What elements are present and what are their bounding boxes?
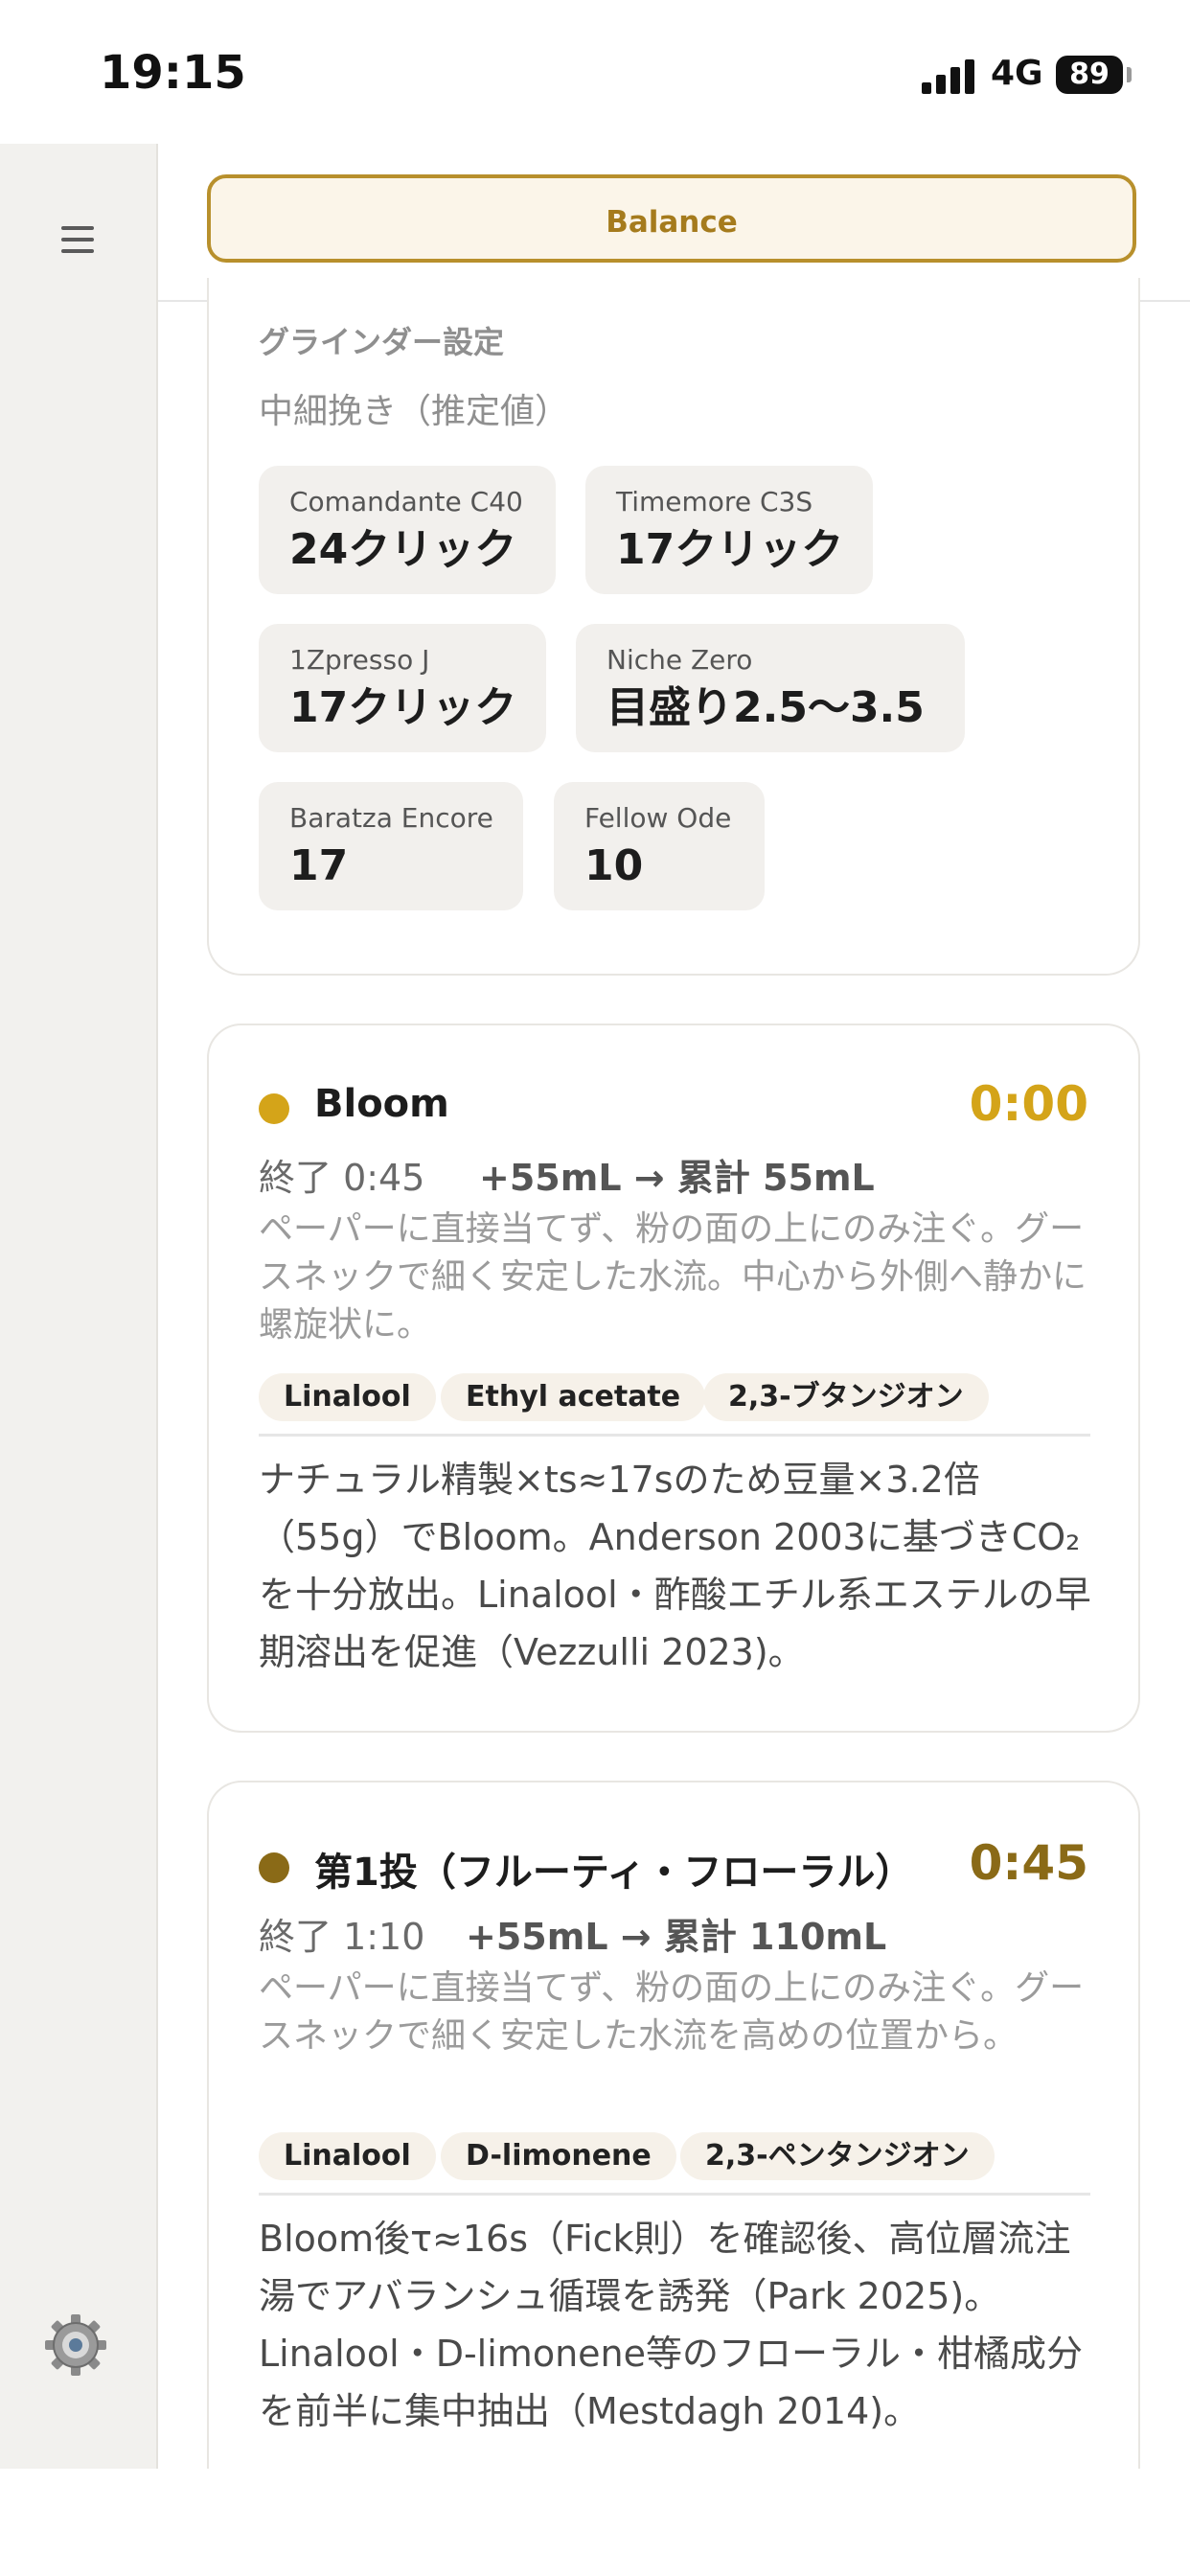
step-dot [259, 1852, 289, 1883]
step-title: 第1投（フルーティ・フローラル） [314, 1851, 914, 1895]
grinder-name: Baratza Encore [289, 802, 493, 834]
battery-icon: 89 [1056, 56, 1123, 94]
grinder-name: Fellow Ode [584, 802, 732, 834]
aroma-tag: Ethyl acetate [441, 1373, 706, 1421]
bottom-area [0, 2469, 1190, 2576]
aroma-tag: D-limonene [441, 2132, 676, 2180]
step-volume: +55mL → 累計 55mL [479, 1157, 875, 1199]
grinder-chip: Timemore C3S 17クリック [585, 466, 873, 594]
step-end-time: 終了 0:45 [259, 1157, 425, 1199]
grinder-value: 24クリック [289, 525, 517, 574]
grinder-name: 1Zpresso J [289, 644, 430, 676]
grinder-value: 17 [289, 841, 349, 890]
step-title: Bloom [314, 1082, 449, 1126]
step-volume: +55mL → 累計 110mL [466, 1916, 887, 1958]
step-note: ナチュラル精製×ts≈17sのため豆量×3.2倍（55g）でBloom。Ande… [259, 1459, 1091, 1673]
step-end-time: 終了 1:10 [259, 1916, 425, 1958]
step-description: ペーパーに直接当てず、粉の面の上にのみ注ぐ。グースネックで細く安定した水流。中心… [259, 1209, 1087, 1345]
step-time: 0:00 [969, 1076, 1088, 1132]
grinder-value: 目盛り2.5〜3.5 [606, 683, 925, 732]
grinder-subtitle: 中細挽き（推定値） [259, 392, 570, 431]
grinder-chip: Niche Zero 目盛り2.5〜3.5 [576, 624, 965, 752]
menu-icon[interactable] [61, 226, 96, 255]
divider [259, 2193, 1090, 2196]
status-time: 19:15 [100, 46, 246, 100]
grinder-value: 17クリック [289, 683, 517, 732]
divider [259, 1434, 1090, 1437]
signal-icon [922, 59, 977, 94]
grinder-chip: Comandante C40 24クリック [259, 466, 556, 594]
aroma-tag: 2,3-ブタンジオン [703, 1373, 989, 1421]
grinder-chip: 1Zpresso J 17クリック [259, 624, 546, 752]
status-bar: 19:15 4G 89 [0, 0, 1190, 144]
battery-tip [1127, 67, 1132, 82]
network-label: 4G [991, 54, 1043, 93]
grinder-chip: Fellow Ode 10 [554, 782, 765, 910]
step-note: Bloom後τ≈16s（Fick則）を確認後、高位層流注湯でアバランシュ循環を誘… [259, 2218, 1083, 2432]
grinder-value: 17クリック [616, 525, 844, 574]
balance-button[interactable]: Balance [207, 174, 1136, 263]
step-description: ペーパーに直接当てず、粉の面の上にのみ注ぐ。グースネックで細く安定した水流を高め… [259, 1968, 1085, 2056]
gear-icon[interactable] [42, 2312, 109, 2379]
sidebar [0, 144, 158, 2469]
aroma-tag: Linalool [259, 2132, 436, 2180]
grinder-name: Niche Zero [606, 644, 753, 676]
grinder-chip: Baratza Encore 17 [259, 782, 523, 910]
grinder-name: Comandante C40 [289, 486, 523, 518]
aroma-tag: 2,3-ペンタンジオン [680, 2132, 995, 2180]
aroma-tag: Linalool [259, 1373, 436, 1421]
step-dot [259, 1093, 289, 1124]
grinder-value: 10 [584, 841, 644, 890]
grinder-title: グラインダー設定 [259, 324, 505, 360]
grinder-name: Timemore C3S [616, 486, 813, 518]
step-time: 0:45 [969, 1835, 1088, 1891]
